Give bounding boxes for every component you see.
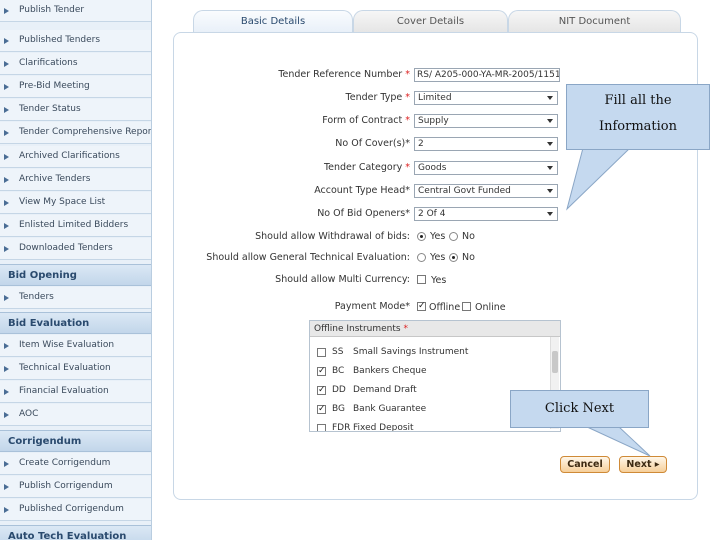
instrument-checkbox[interactable]: ✓ <box>317 386 326 395</box>
sidebar-item-published-corrigendum[interactable]: Published Corrigendum <box>0 499 151 521</box>
arrow-icon <box>4 200 9 206</box>
multi-currency-label: Should allow Multi Currency: <box>275 274 410 285</box>
arrow-icon <box>4 154 9 160</box>
tab-basic-details[interactable]: Basic Details <box>193 10 353 34</box>
scrollbar-thumb[interactable] <box>552 351 558 373</box>
withdrawal-no-label: No <box>462 231 475 242</box>
bid-openers-label: No Of Bid Openers* <box>317 208 410 219</box>
payment-online-label: Online <box>475 302 506 313</box>
arrow-icon <box>4 223 9 229</box>
account-head-label: Account Type Head* <box>314 185 410 196</box>
sidebar-item-comprehensive-report[interactable]: Tender Comprehensive Report <box>0 122 151 144</box>
sidebar-nav: Publish Tender Published Tenders Clarifi… <box>0 0 152 540</box>
tender-category-label: Tender Category * <box>323 162 410 173</box>
arrow-icon <box>4 84 9 90</box>
sidebar-item-pre-bid-meeting[interactable]: Pre-Bid Meeting <box>0 76 151 98</box>
tender-type-label: Tender Type * <box>345 92 410 103</box>
form-contract-label: Form of Contract * <box>322 115 410 126</box>
instrument-checkbox[interactable]: ✓ <box>317 405 326 414</box>
instrument-checkbox[interactable] <box>317 348 326 357</box>
arrow-icon <box>4 366 9 372</box>
tender-category-select[interactable]: Goods <box>414 161 558 175</box>
instrument-checkbox[interactable]: ✓ <box>317 367 326 376</box>
sidebar-item-archived-clarifications[interactable]: Archived Clarifications <box>0 146 151 168</box>
no-covers-label: No Of Cover(s)* <box>335 138 410 149</box>
caret-down-icon <box>547 212 553 216</box>
arrow-icon <box>4 484 9 490</box>
sidebar-section-bid-opening[interactable]: Bid Opening <box>0 264 151 286</box>
sidebar-item-aoc[interactable]: AOC <box>0 404 151 426</box>
sidebar-item-item-wise-evaluation[interactable]: Item Wise Evaluation <box>0 335 151 357</box>
caret-down-icon <box>547 189 553 193</box>
sidebar-item-enlisted-bidders[interactable]: Enlisted Limited Bidders <box>0 215 151 237</box>
arrow-icon <box>4 461 9 467</box>
sidebar-item-tenders[interactable]: Tenders <box>0 287 151 309</box>
sidebar-item-published-tenders[interactable]: Published Tenders <box>0 30 151 52</box>
sidebar-item-downloaded-tenders[interactable]: Downloaded Tenders <box>0 238 151 260</box>
fill-info-callout: Fill all the Information <box>566 84 710 150</box>
tab-nit-document[interactable]: NIT Document <box>508 10 681 34</box>
sidebar-section-corrigendum[interactable]: Corrigendum <box>0 430 151 452</box>
arrow-icon <box>4 177 9 183</box>
form-contract-select[interactable]: Supply <box>414 114 558 128</box>
payment-offline-checkbox[interactable]: ✓ <box>417 302 426 311</box>
instrument-row: ✓ BC Bankers Cheque <box>317 366 427 376</box>
withdrawal-yes-radio[interactable] <box>417 232 426 241</box>
bid-openers-select[interactable]: 2 Of 4 <box>414 207 558 221</box>
account-head-select[interactable]: Central Govt Funded <box>414 184 558 198</box>
gen-tech-eval-label: Should allow General Technical Evaluatio… <box>206 252 410 263</box>
sidebar-item-publish-tender[interactable]: Publish Tender <box>0 0 151 22</box>
arrow-icon <box>4 8 9 14</box>
withdrawal-label: Should allow Withdrawal of bids: <box>255 231 410 242</box>
tender-ref-label: Tender Reference Number * <box>278 69 410 80</box>
sidebar-item-financial-evaluation[interactable]: Financial Evaluation <box>0 381 151 403</box>
tender-type-select[interactable]: Limited <box>414 91 558 105</box>
caret-down-icon <box>547 119 553 123</box>
next-button[interactable]: Next ▸ <box>619 456 667 473</box>
caret-down-icon <box>547 96 553 100</box>
sidebar-item-view-my-space[interactable]: View My Space List <box>0 192 151 214</box>
sidebar-section-auto-tech-evaluation[interactable]: Auto Tech Evaluation <box>0 525 151 540</box>
gen-tech-eval-yes-label: Yes <box>430 252 446 263</box>
arrow-icon <box>4 343 9 349</box>
arrow-icon <box>4 507 9 513</box>
arrow-icon <box>4 295 9 301</box>
instrument-checkbox[interactable] <box>317 424 326 431</box>
gen-tech-eval-no-label: No <box>462 252 475 263</box>
multi-currency-checkbox[interactable] <box>417 275 426 284</box>
withdrawal-yes-label: Yes <box>430 231 446 242</box>
instrument-row: SS Small Savings Instrument <box>310 343 550 361</box>
payment-online-checkbox[interactable] <box>462 302 471 311</box>
tab-cover-details[interactable]: Cover Details <box>353 10 508 34</box>
offline-instruments-header: Offline Instruments * <box>310 321 560 337</box>
sidebar-item-tender-status[interactable]: Tender Status <box>0 99 151 121</box>
sidebar-item-archive-tenders[interactable]: Archive Tenders <box>0 169 151 191</box>
arrow-icon <box>4 412 9 418</box>
arrow-icon <box>4 389 9 395</box>
payment-mode-label: Payment Mode* <box>334 301 410 312</box>
sidebar-item-create-corrigendum[interactable]: Create Corrigendum <box>0 453 151 475</box>
cancel-button[interactable]: Cancel <box>560 456 610 473</box>
withdrawal-no-radio[interactable] <box>449 232 458 241</box>
gen-tech-eval-no-radio[interactable] <box>449 253 458 262</box>
tender-ref-input[interactable]: RS/ A205-000-YA-MR-2005/1151 <box>414 68 560 82</box>
arrow-icon <box>4 107 9 113</box>
multi-currency-yes-label: Yes <box>431 275 447 286</box>
sidebar-item-technical-evaluation[interactable]: Technical Evaluation <box>0 358 151 380</box>
arrow-icon <box>4 38 9 44</box>
no-covers-select[interactable]: 2 <box>414 137 558 151</box>
caret-down-icon <box>547 166 553 170</box>
sidebar-item-publish-corrigendum[interactable]: Publish Corrigendum <box>0 476 151 498</box>
arrow-icon <box>4 246 9 252</box>
arrow-icon <box>4 61 9 67</box>
payment-offline-label: Offline <box>429 302 461 313</box>
gen-tech-eval-yes-radio[interactable] <box>417 253 426 262</box>
sidebar-item-clarifications[interactable]: Clarifications <box>0 53 151 75</box>
caret-down-icon <box>547 142 553 146</box>
click-next-callout: Click Next <box>510 390 649 428</box>
arrow-icon <box>4 130 9 136</box>
sidebar-section-bid-evaluation[interactable]: Bid Evaluation <box>0 312 151 334</box>
